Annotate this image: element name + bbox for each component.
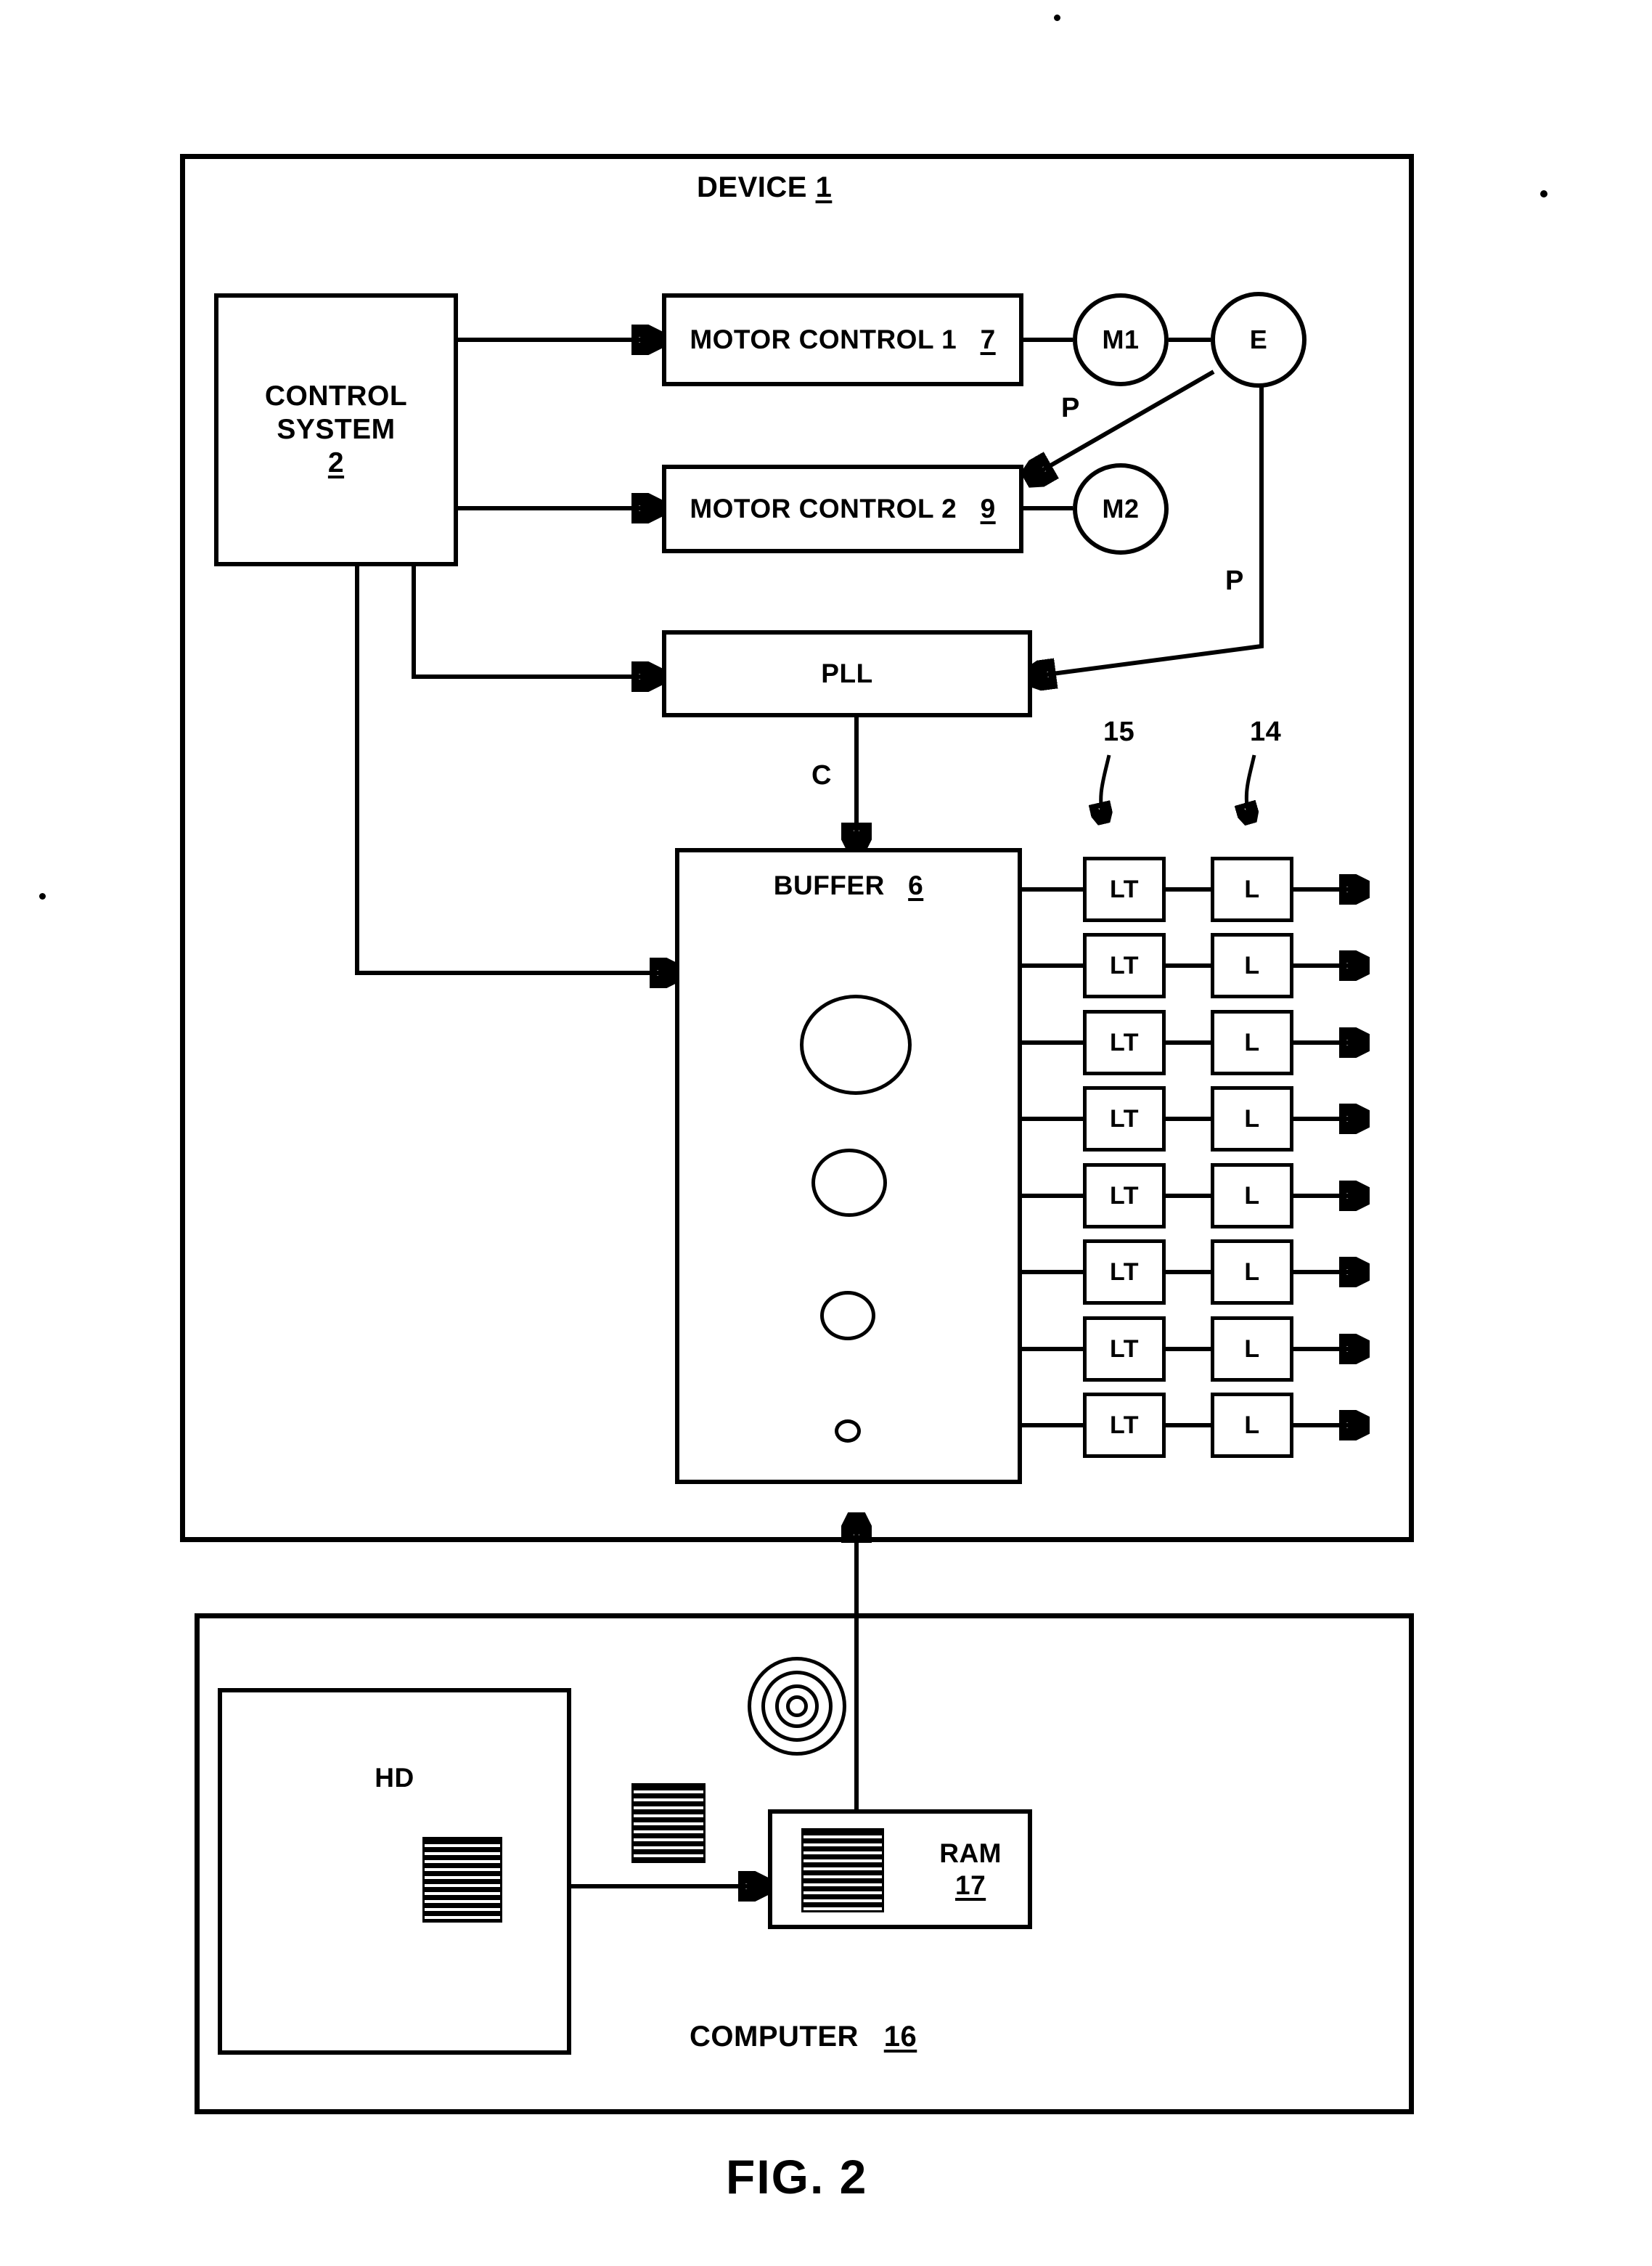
signal-label-c: C [811, 760, 832, 791]
buffer-circle-large [800, 995, 912, 1095]
computer-title: COMPUTER 16 [690, 2020, 917, 2054]
lt-box[interactable]: LT [1083, 933, 1166, 998]
l-label: L [1244, 1334, 1260, 1363]
concentric-circles-icon [748, 1657, 846, 1756]
l-box[interactable]: L [1211, 857, 1293, 922]
encoder-label: E [1249, 324, 1268, 354]
l-box[interactable]: L [1211, 1316, 1293, 1382]
buffer-label: BUFFER [773, 871, 885, 900]
signal-label-p1: P [1061, 393, 1080, 423]
lt-label: LT [1109, 1334, 1139, 1363]
control-system-line1: CONTROL [264, 380, 408, 412]
l-label: L [1244, 1028, 1260, 1056]
l-label: L [1244, 875, 1260, 903]
lt-box[interactable]: LT [1083, 1393, 1166, 1458]
figure-page: DEVICE 1 CONTROL SYSTEM 2 MOTOR CONTROL … [0, 0, 1652, 2266]
motor-control-2-ref: 9 [980, 494, 996, 524]
lt-label: LT [1109, 1258, 1139, 1286]
signal-label-p2: P [1225, 566, 1244, 596]
buffer-ref: 6 [908, 871, 924, 900]
l-box[interactable]: L [1211, 1393, 1293, 1458]
motor-m2-label: M2 [1102, 493, 1140, 523]
lt-label: LT [1109, 1104, 1139, 1133]
ram-label: RAM [939, 1838, 1002, 1868]
hd-data-file-icon [422, 1837, 502, 1923]
callout-15: 15 [1103, 717, 1135, 747]
motor-control-1-box[interactable]: MOTOR CONTROL 1 7 [662, 293, 1023, 386]
l-label: L [1244, 1181, 1260, 1210]
motor-control-1-label: MOTOR CONTROL 1 [690, 325, 957, 355]
l-label: L [1244, 1411, 1260, 1439]
lt-box[interactable]: LT [1083, 1010, 1166, 1075]
lt-label: LT [1109, 1181, 1139, 1210]
ram-ref: 17 [955, 1870, 986, 1900]
lt-box[interactable]: LT [1083, 1316, 1166, 1382]
device-title: DEVICE 1 [697, 171, 832, 205]
device-title-text: DEVICE [697, 171, 807, 203]
computer-title-text: COMPUTER [690, 2021, 859, 2053]
buffer-circle-medium [811, 1149, 887, 1217]
transfer-data-file-icon [631, 1783, 706, 1863]
hard-disk-label: HD [375, 1763, 414, 1793]
pll-box[interactable]: PLL [662, 630, 1032, 717]
hard-disk-box[interactable]: HD [218, 1688, 571, 2055]
motor-control-1-ref: 7 [980, 325, 996, 355]
lt-box[interactable]: LT [1083, 1239, 1166, 1305]
motor-m1-label: M1 [1102, 324, 1140, 354]
l-label: L [1244, 1104, 1260, 1133]
motor-m1: M1 [1073, 293, 1169, 386]
l-box[interactable]: L [1211, 1163, 1293, 1228]
lt-box[interactable]: LT [1083, 1086, 1166, 1152]
encoder-e: E [1211, 292, 1307, 388]
ram-data-file-icon [801, 1828, 884, 1912]
motor-control-2-label: MOTOR CONTROL 2 [690, 494, 957, 524]
motor-control-2-box[interactable]: MOTOR CONTROL 2 9 [662, 465, 1023, 553]
lt-box[interactable]: LT [1083, 857, 1166, 922]
l-box[interactable]: L [1211, 1086, 1293, 1152]
buffer-circle-small [820, 1291, 875, 1340]
callout-14: 14 [1250, 717, 1282, 747]
pll-label: PLL [821, 659, 873, 689]
lt-label: LT [1109, 1028, 1139, 1056]
control-system-box[interactable]: CONTROL SYSTEM 2 [214, 293, 458, 566]
motor-m2: M2 [1073, 463, 1169, 555]
l-box[interactable]: L [1211, 1010, 1293, 1075]
control-system-line2: SYSTEM [277, 413, 396, 445]
l-label: L [1244, 951, 1260, 979]
l-label: L [1244, 1258, 1260, 1286]
buffer-circle-tiny [835, 1419, 861, 1443]
figure-caption: FIG. 2 [726, 2150, 868, 2204]
l-box[interactable]: L [1211, 1239, 1293, 1305]
lt-box[interactable]: LT [1083, 1163, 1166, 1228]
computer-title-ref: 16 [883, 2021, 917, 2053]
lt-label: LT [1109, 875, 1139, 903]
lt-label: LT [1109, 951, 1139, 979]
l-box[interactable]: L [1211, 933, 1293, 998]
lt-label: LT [1109, 1411, 1139, 1439]
device-title-ref: 1 [815, 171, 833, 203]
control-system-ref: 2 [327, 447, 345, 478]
